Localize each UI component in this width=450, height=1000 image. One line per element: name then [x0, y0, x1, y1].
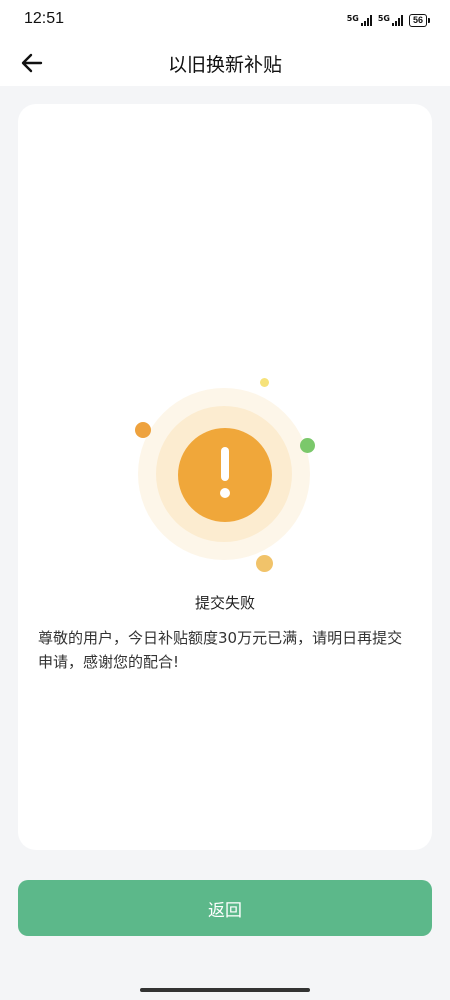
decorative-dot [135, 422, 151, 438]
exclamation-icon [178, 428, 272, 522]
signal-bars-icon [391, 14, 403, 26]
battery-icon: 56 [408, 13, 430, 27]
signal-bars-icon [360, 14, 372, 26]
status-time: 12:51 [24, 10, 65, 27]
network-type-label: 5G [346, 13, 359, 23]
decorative-dot [260, 378, 269, 387]
decorative-dot [300, 438, 315, 453]
battery-level: 56 [408, 13, 427, 27]
signal-1: 5G [346, 13, 372, 26]
status-bar: 12:51 5G 5G 56 [0, 0, 450, 40]
nav-bar: 以旧换新补贴 [0, 40, 450, 86]
signal-2: 5G [377, 13, 403, 26]
return-button[interactable]: 返回 [18, 880, 432, 936]
status-indicators: 5G 5G 56 [347, 12, 430, 28]
home-indicator[interactable] [140, 988, 310, 992]
result-title: 提交失败 [194, 594, 255, 612]
decorative-dot [256, 555, 273, 572]
result-message: 尊敬的用户，今日补贴额度30万元已满，请明日再提交申请，感谢您的配合! [38, 629, 403, 671]
network-type-label: 5G [377, 13, 390, 23]
page-title: 以旧换新补贴 [167, 54, 282, 76]
